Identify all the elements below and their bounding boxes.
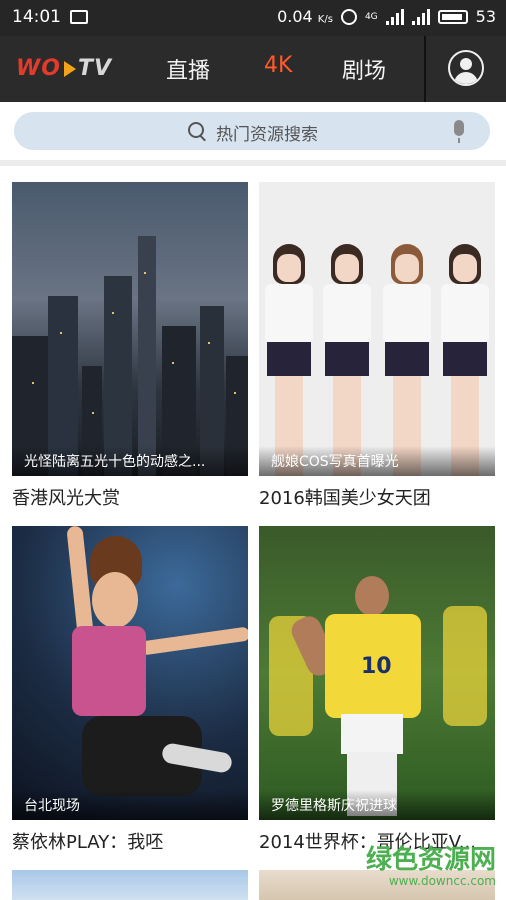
video-title: 香港风光大赏 <box>12 488 120 509</box>
tab-theater[interactable]: 剧场 <box>342 53 386 85</box>
video-card[interactable]: 台北现场 蔡依林PLAY：我呸 <box>12 526 248 856</box>
video-caption: 台北现场 <box>24 798 80 814</box>
search-icon <box>188 122 204 138</box>
header-divider <box>424 36 426 102</box>
network-type: 4G <box>364 11 378 22</box>
site-watermark: 绿色资源网 www.downcc.com <box>365 845 496 888</box>
image-notification-icon <box>70 10 88 24</box>
video-card[interactable]: 舰娘COS写真首曝光 2016韩国美少女天团 <box>259 182 495 512</box>
user-avatar-icon[interactable] <box>448 50 484 86</box>
battery-level: 53 <box>475 7 496 26</box>
app-header: WO TV 直播 4K 剧场 <box>0 36 506 102</box>
net-speed: 0.04 K/s <box>277 7 333 26</box>
video-title: 2016韩国美少女天团 <box>259 488 431 509</box>
search-input[interactable]: 热门资源搜索 <box>14 112 490 150</box>
status-bar: 14:01 0.04 K/s 4G 53 <box>0 0 506 36</box>
video-card[interactable]: 10 罗德里格斯庆祝进球 2014世界杯：哥伦比亚V... <box>259 526 495 856</box>
video-card[interactable]: 光怪陆离五光十色的动感之... 香港风光大赏 <box>12 182 248 512</box>
video-caption: 舰娘COS写真首曝光 <box>271 454 399 470</box>
battery-icon <box>437 9 468 24</box>
net-speed-unit: K/s <box>317 14 333 25</box>
video-thumbnail: 光怪陆离五光十色的动感之... <box>12 182 248 476</box>
alarm-icon <box>340 8 357 25</box>
video-thumbnail: 10 罗德里格斯庆祝进球 <box>259 526 495 820</box>
video-thumbnail: 舰娘COS写真首曝光 <box>259 182 495 476</box>
search-area: 热门资源搜索 <box>0 102 506 166</box>
tab-4k[interactable]: 4K <box>264 53 292 78</box>
video-card-partial[interactable] <box>12 870 248 900</box>
video-thumbnail: 台北现场 <box>12 526 248 820</box>
signal-icon <box>385 8 404 25</box>
tab-live[interactable]: 直播 <box>166 53 210 85</box>
jersey-number: 10 <box>361 654 392 679</box>
video-caption: 罗德里格斯庆祝进球 <box>271 798 397 814</box>
video-title: 蔡依林PLAY：我呸 <box>12 832 164 853</box>
microphone-icon[interactable] <box>454 120 464 143</box>
video-caption: 光怪陆离五光十色的动感之... <box>24 454 206 470</box>
status-right-group: 0.04 K/s 4G 53 <box>277 7 496 26</box>
signal-2-icon <box>411 8 430 25</box>
wotv-logo[interactable]: WO TV <box>16 56 112 81</box>
status-time: 14:01 <box>12 7 61 27</box>
search-placeholder: 热门资源搜索 <box>216 125 318 145</box>
play-icon <box>63 61 76 77</box>
